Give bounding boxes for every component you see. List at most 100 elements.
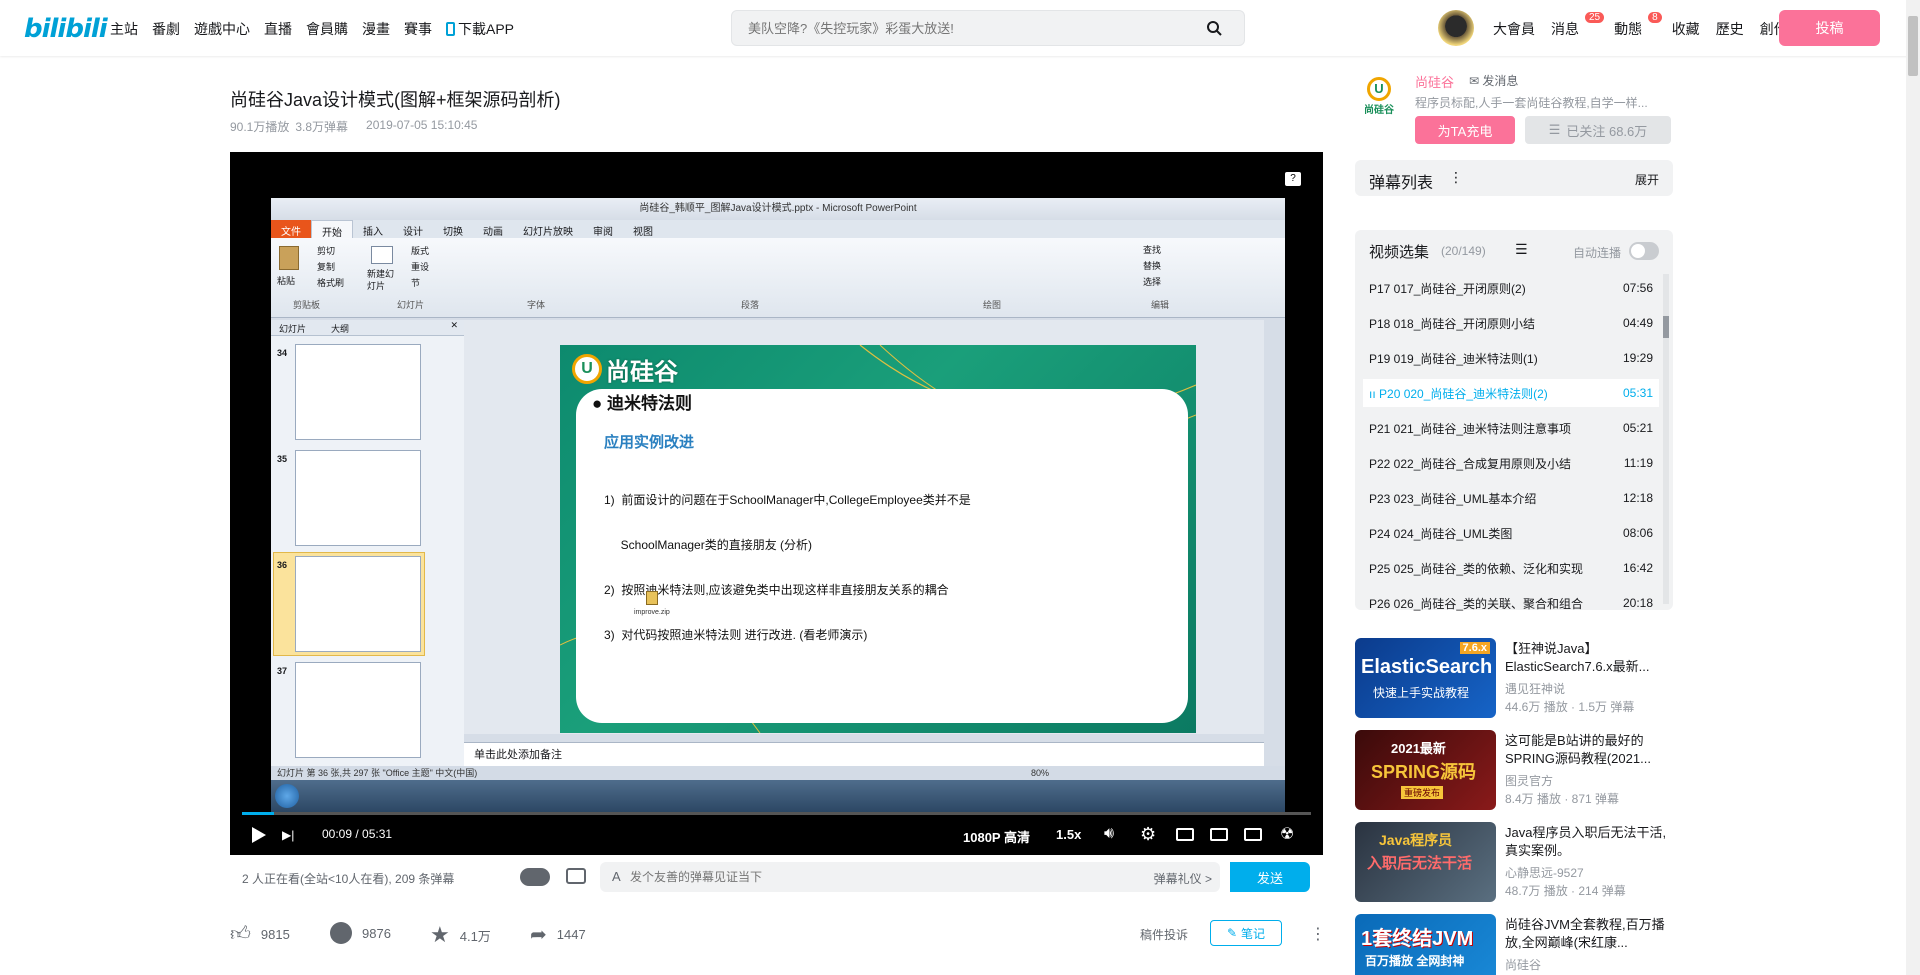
ppt-select-label: 选择 (1143, 277, 1162, 287)
nav-vip[interactable]: 大會員 (1493, 19, 1535, 39)
report-link[interactable]: 稿件投诉 (1140, 926, 1188, 943)
episode-item[interactable]: P23 023_尚硅谷_UML基本介绍 12:18 (1369, 484, 1659, 512)
recommended-video[interactable]: 7.6.x ElasticSearch 快速上手实战教程 【狂神说Java】El… (1355, 638, 1673, 718)
video-thumbnail[interactable]: 7.6.x ElasticSearch 快速上手实战教程 (1355, 638, 1496, 718)
danmaku-bar: 2 人正在看(全站<10人在看), 209 条弹幕 A 弹幕礼仪 > 发送 (230, 860, 1323, 896)
scrollbar-thumb[interactable] (1663, 316, 1669, 338)
video-thumbnail[interactable]: Java程序员 入职后无法干活 (1355, 822, 1496, 902)
star-icon: ★ (430, 922, 450, 947)
share-button[interactable]: ➦ 1447 (530, 922, 586, 947)
favorite-button[interactable]: ★ 4.1万 (430, 922, 491, 948)
recommended-uploader[interactable]: 心静思远-9527 (1505, 864, 1584, 881)
ppt-current-slide: U 尚硅谷 ● 迪米特法则 应用实例改进 1) 前面设计的问题在于SchoolM… (560, 345, 1196, 733)
fullscreen-icon[interactable]: ☢ (1280, 824, 1294, 844)
speed-selector[interactable]: 1.5x (1056, 827, 1081, 842)
nav-item-esports[interactable]: 賽事 (404, 19, 432, 39)
nav-history[interactable]: 歷史 (1716, 19, 1744, 39)
danmaku-input[interactable] (630, 862, 1050, 892)
video-thumbnail[interactable]: 2021最新 SPRING源码 重磅发布 (1355, 730, 1496, 810)
more-icon[interactable]: ⋮ (1449, 169, 1463, 186)
episode-list-scrollbar[interactable] (1663, 274, 1669, 604)
coin-icon (330, 922, 352, 944)
bilibili-logo[interactable]: bilibili (24, 14, 108, 44)
page-scrollbar[interactable] (1906, 0, 1920, 975)
recommended-title[interactable]: 这可能是B站讲的最好的SPRING源码教程(2021... (1505, 732, 1675, 768)
video-thumbnail[interactable]: 1套终结JVM 百万播放 全网封神 (1355, 914, 1496, 975)
send-danmaku-button[interactable]: 发送 (1230, 862, 1310, 892)
follow-button[interactable]: ☰ 已关注 68.6万 (1525, 116, 1671, 144)
episode-item[interactable]: P21 021_尚硅谷_迪米特法则注意事项 05:21 (1369, 414, 1659, 442)
charge-button[interactable]: 为TA充电 (1415, 116, 1515, 144)
danmaku-etiquette-link[interactable]: 弹幕礼仪 > (1154, 870, 1212, 887)
danmaku-list-expand[interactable]: 展开 (1635, 171, 1659, 188)
ppt-notes: 单击此处添加备注 (464, 742, 1264, 766)
episode-item-active[interactable]: ıı P20 020_尚硅谷_迪米特法则(2) 05:31 (1363, 379, 1659, 407)
nav-item-games[interactable]: 遊戲中心 (194, 19, 250, 39)
ppt-statusbar: 幻灯片 第 36 张,共 297 张 "Office 主题" 中文(中国) 80… (271, 766, 1285, 780)
danmaku-settings-icon[interactable] (566, 868, 586, 884)
note-button[interactable]: ✎ 笔记 (1210, 920, 1282, 946)
ppt-panel-tab-outline: 大纲 (331, 324, 350, 334)
recommended-title[interactable]: 尚硅谷JVM全套教程,百万播放,全网巅峰(宋红康... (1505, 916, 1673, 952)
nav-favorites[interactable]: 收藏 (1672, 19, 1700, 39)
recommended-uploader[interactable]: 图灵官方 (1505, 772, 1553, 789)
coin-button[interactable]: 9876 (330, 922, 391, 944)
web-fullscreen-icon[interactable] (1244, 828, 1262, 841)
search-button[interactable] (1188, 15, 1240, 41)
recommended-video[interactable]: Java程序员 入职后无法干活 Java程序员入职后无法干活,真实案例。 心静思… (1355, 822, 1673, 902)
play-icon[interactable] (252, 827, 266, 843)
more-icon[interactable]: ⋮ (1310, 924, 1326, 944)
episode-item[interactable]: P26 026_尚硅谷_类的关联、聚合和组合 20:18 (1369, 589, 1659, 617)
recommended-uploader[interactable]: 遇见狂神说 (1505, 680, 1565, 697)
recommended-uploader[interactable]: 尚硅谷 (1505, 956, 1541, 973)
volume-icon[interactable]: 🔊︎ (1104, 825, 1114, 843)
nav-dynamics[interactable]: 動態 8 (1614, 12, 1662, 39)
nav-item-shop[interactable]: 會員購 (306, 19, 348, 39)
ppt-group-slides: 幻灯片 (397, 300, 425, 310)
ppt-copy-label: 复制 (317, 262, 336, 272)
share-icon: ➦ (530, 924, 547, 946)
text-style-icon[interactable]: A (612, 869, 621, 884)
search-input[interactable] (732, 11, 1184, 45)
autoplay-toggle[interactable] (1629, 242, 1659, 260)
user-avatar[interactable] (1438, 10, 1474, 46)
help-icon[interactable]: ? (1285, 172, 1301, 186)
top-nav-bar: bilibili 主站 番劇 遊戲中心 直播 會員購 漫畫 賽事 下載APP 大… (0, 0, 1920, 56)
danmaku-toggle[interactable] (520, 868, 550, 886)
recommended-title[interactable]: 【狂神说Java】ElasticSearch7.6.x最新... (1505, 640, 1675, 676)
page-scrollbar-thumb[interactable] (1908, 16, 1918, 76)
ppt-find-label: 查找 (1143, 245, 1162, 255)
pip-icon[interactable] (1176, 828, 1194, 841)
nav-item-download-app[interactable]: 下載APP (446, 19, 514, 39)
widescreen-icon[interactable] (1210, 828, 1228, 841)
episode-item[interactable]: P18 018_尚硅谷_开闭原则小结 04:49 (1369, 309, 1659, 337)
list-icon[interactable]: ☰ (1515, 241, 1528, 258)
recommended-video[interactable]: 1套终结JVM 百万播放 全网封神 尚硅谷JVM全套教程,百万播放,全网巅峰(宋… (1355, 914, 1673, 975)
settings-icon[interactable]: ⚙ (1140, 824, 1156, 845)
ppt-reset-label: 重设 (411, 262, 430, 272)
episode-item[interactable]: P22 022_尚硅谷_合成复用原则及小结 11:19 (1369, 449, 1659, 477)
ppt-panel-tab-slides: 幻灯片 (279, 324, 307, 334)
ppt-tab-home: 开始 (311, 220, 353, 239)
nav-item-bangumi[interactable]: 番劇 (152, 19, 180, 39)
quality-selector[interactable]: 1080P 高清 (963, 827, 1030, 846)
uploader-avatar[interactable]: U 尚硅谷 (1355, 72, 1403, 120)
download-app-label: 下載APP (458, 21, 515, 37)
episode-item[interactable]: P25 025_尚硅谷_类的依赖、泛化和实现 16:42 (1369, 554, 1659, 582)
next-icon[interactable]: ▶| (282, 828, 294, 842)
episode-item[interactable]: P17 017_尚硅谷_开闭原则(2) 07:56 (1369, 274, 1659, 302)
nav-item-main[interactable]: 主站 (110, 19, 138, 39)
nav-item-live[interactable]: 直播 (264, 19, 292, 39)
recommended-title[interactable]: Java程序员入职后无法干活,真实案例。 (1505, 824, 1675, 860)
recommended-video[interactable]: 2021最新 SPRING源码 重磅发布 这可能是B站讲的最好的SPRING源码… (1355, 730, 1673, 810)
uploader-name[interactable]: 尚硅谷 (1415, 72, 1454, 91)
episode-item[interactable]: P19 019_尚硅谷_迪米特法则(1) 19:29 (1369, 344, 1659, 372)
danmaku-list-header[interactable]: 弹幕列表 ⋮ 展开 (1355, 160, 1673, 196)
upload-button[interactable]: 投稿 (1779, 10, 1880, 46)
nav-messages[interactable]: 消息 25 (1551, 12, 1605, 39)
nav-item-manga[interactable]: 漫畫 (362, 19, 390, 39)
episode-item[interactable]: P24 024_尚硅谷_UML类图 08:06 (1369, 519, 1659, 547)
uploader-message[interactable]: ✉ 发消息 (1469, 72, 1518, 89)
episode-duration: 08:06 (1622, 526, 1653, 540)
like-button[interactable]: 👍︎ 9815 (230, 922, 290, 946)
